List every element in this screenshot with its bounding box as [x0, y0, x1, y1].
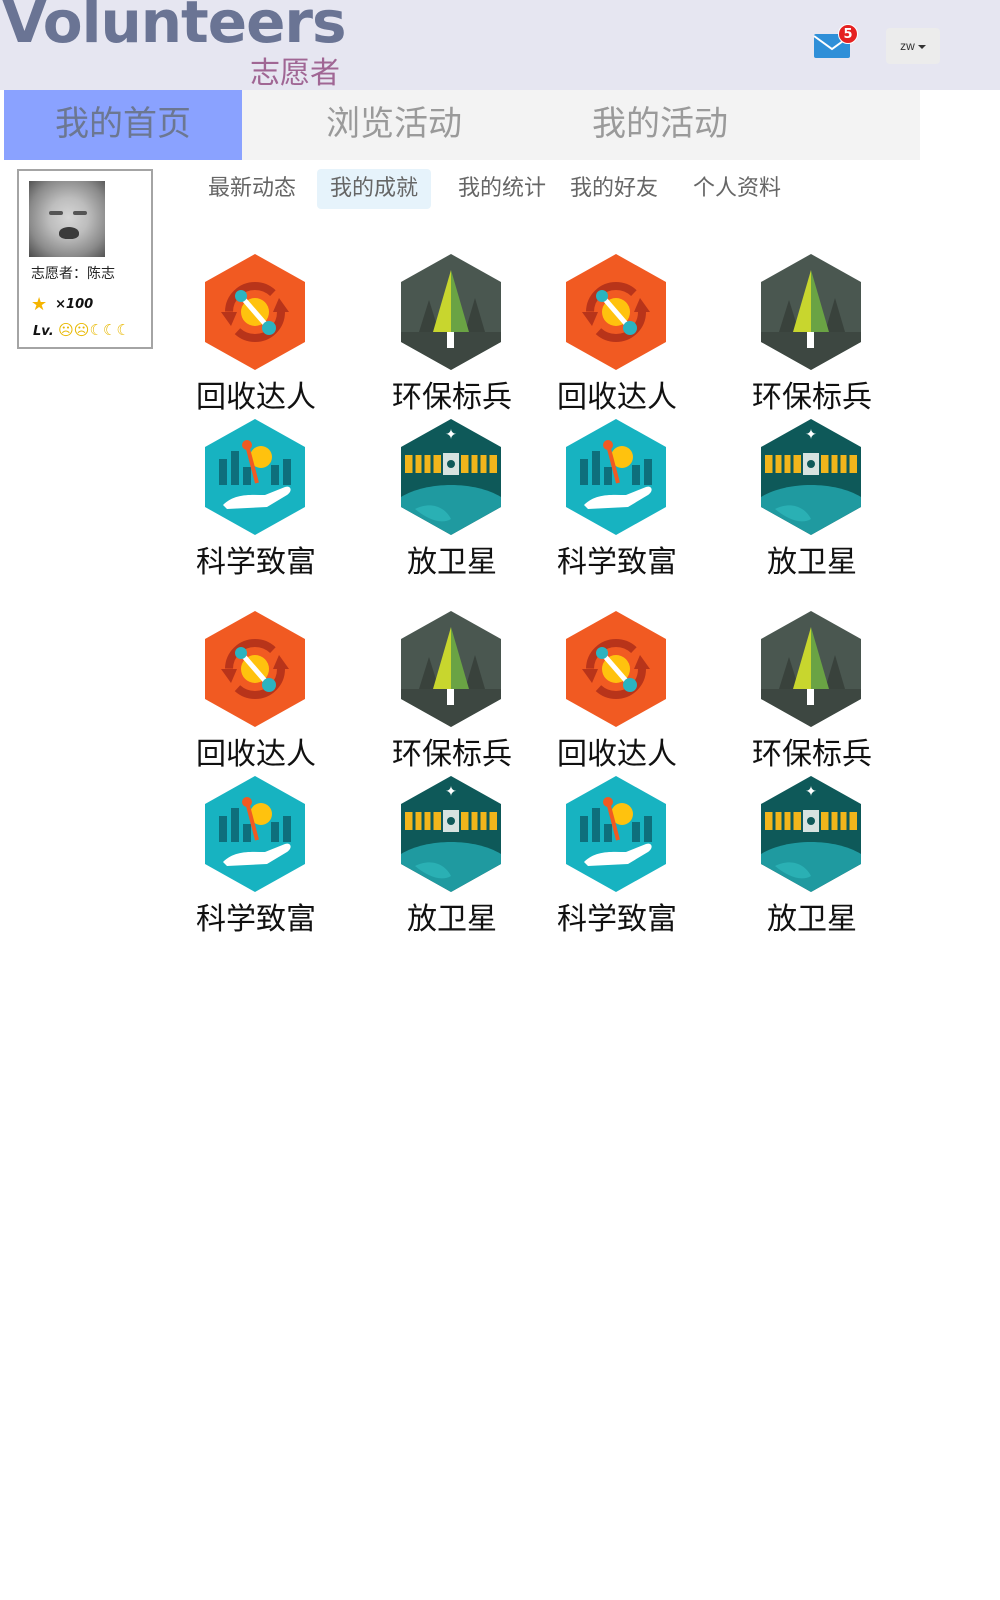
tab-browse-activities[interactable]: 浏览活动: [274, 90, 514, 160]
brand-subtitle: 志愿者: [250, 56, 340, 91]
achievement-name: 回收达人: [557, 737, 677, 772]
level-label: Lv.: [33, 324, 54, 339]
achievement-badge-tree[interactable]: 环保标兵: [752, 607, 872, 777]
achievement-badge-science[interactable]: 科学致富: [196, 772, 316, 942]
subnav-latest[interactable]: 最新动态: [198, 169, 298, 209]
achievement-badge-tree[interactable]: 环保标兵: [752, 250, 872, 420]
achievement-name: 环保标兵: [752, 380, 872, 415]
tab-my-home[interactable]: 我的首页: [4, 90, 242, 160]
achievement-name: 科学致富: [557, 902, 677, 937]
tab-my-activities[interactable]: 我的活动: [540, 90, 780, 160]
achievement-name: 回收达人: [557, 380, 677, 415]
achievement-badge-recycle[interactable]: 回收达人: [557, 250, 677, 420]
caret-down-icon: [917, 44, 926, 49]
points-display: ★ ×100: [31, 294, 94, 315]
subnav-profile[interactable]: 个人资料: [683, 169, 783, 209]
avatar[interactable]: [29, 181, 105, 257]
achievement-name: 科学致富: [196, 545, 316, 580]
achievement-name: 回收达人: [196, 737, 316, 772]
user-menu-label: zw: [900, 39, 915, 53]
achievement-name: 环保标兵: [752, 737, 872, 772]
level-icons: ☹☹☾☾☾: [58, 321, 130, 339]
level-display: Lv. ☹☹☾☾☾: [33, 321, 130, 339]
achievement-badge-satellite[interactable]: ✦ 放卫星: [752, 415, 872, 585]
svg-text:✦: ✦: [805, 784, 817, 800]
user-menu-dropdown[interactable]: zw: [886, 28, 940, 64]
achievement-badge-satellite[interactable]: ✦ 放卫星: [392, 772, 512, 942]
achievement-name: 科学致富: [196, 902, 316, 937]
achievement-badge-science[interactable]: 科学致富: [196, 415, 316, 585]
achievement-name: 科学致富: [557, 545, 677, 580]
achievement-badge-recycle[interactable]: 回收达人: [557, 607, 677, 777]
star-icon: ★: [31, 294, 48, 315]
achievement-name: 放卫星: [767, 902, 857, 937]
achievement-badge-science[interactable]: 科学致富: [557, 415, 677, 585]
svg-text:✦: ✦: [805, 427, 817, 443]
subnav-achievements[interactable]: 我的成就: [317, 169, 431, 209]
achievement-name: 放卫星: [407, 902, 497, 937]
achievement-badge-satellite[interactable]: ✦ 放卫星: [752, 772, 872, 942]
achievement-name: 放卫星: [767, 545, 857, 580]
points-value: ×100: [55, 297, 94, 312]
achievement-badge-tree[interactable]: 环保标兵: [392, 250, 512, 420]
achievement-name: 环保标兵: [392, 380, 512, 415]
app-header: Volunteers 志愿者 5 zw: [0, 0, 1000, 91]
subnav-friends[interactable]: 我的好友: [560, 169, 660, 209]
achievement-badge-recycle[interactable]: 回收达人: [196, 607, 316, 777]
achievement-badge-science[interactable]: 科学致富: [557, 772, 677, 942]
unread-count-badge: 5: [838, 24, 858, 44]
subnav-statistics[interactable]: 我的统计: [448, 169, 548, 209]
achievement-badge-tree[interactable]: 环保标兵: [392, 607, 512, 777]
volunteer-name: 志愿者：陈志: [31, 266, 115, 282]
svg-text:✦: ✦: [445, 784, 457, 800]
achievement-name: 放卫星: [407, 545, 497, 580]
achievement-badge-recycle[interactable]: 回收达人: [196, 250, 316, 420]
main-nav: 我的首页 浏览活动 我的活动: [4, 90, 920, 160]
achievement-name: 环保标兵: [392, 737, 512, 772]
achievement-badge-satellite[interactable]: ✦ 放卫星: [392, 415, 512, 585]
profile-card: 志愿者：陈志 ★ ×100 Lv. ☹☹☾☾☾: [17, 169, 153, 349]
svg-text:✦: ✦: [445, 427, 457, 443]
achievement-name: 回收达人: [196, 380, 316, 415]
